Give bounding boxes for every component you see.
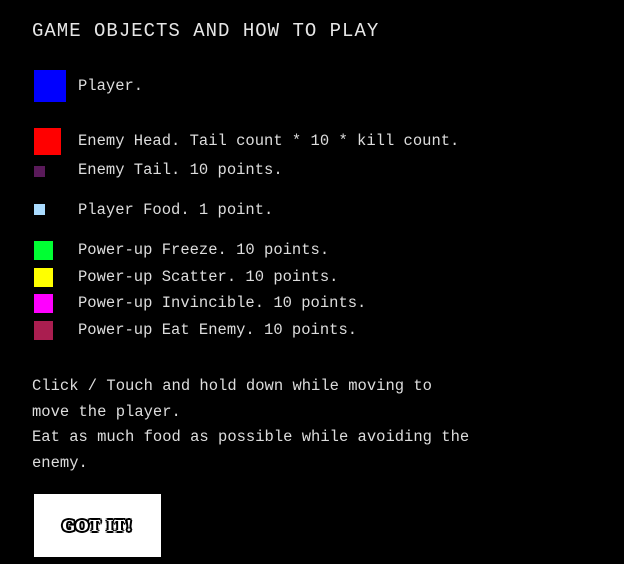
legend-label-player-food: Player Food. 1 point. — [78, 201, 274, 219]
legend-label-enemy-head: Enemy Head. Tail count * 10 * kill count… — [78, 132, 460, 150]
legend-label-enemy-tail: Enemy Tail. 10 points. — [78, 161, 283, 179]
scatter-powerup-icon — [34, 268, 53, 287]
legend-label-player: Player. — [78, 77, 144, 95]
player-icon — [34, 70, 66, 102]
got-it-button[interactable]: GOT IT! — [34, 494, 161, 557]
enemy-tail-icon — [34, 166, 45, 177]
legend-label-freeze: Power-up Freeze. 10 points. — [78, 241, 330, 259]
instruction-line: enemy. — [32, 453, 88, 472]
freeze-powerup-icon — [34, 241, 53, 260]
page-title: GAME OBJECTS AND HOW TO PLAY — [32, 20, 380, 42]
player-food-icon — [34, 204, 45, 215]
instruction-line: Eat as much food as possible while avoid… — [32, 428, 470, 446]
legend-label-eat-enemy: Power-up Eat Enemy. 10 points. — [78, 321, 358, 339]
instruction-line: move the player. — [32, 402, 181, 421]
legend-label-scatter: Power-up Scatter. 10 points. — [78, 268, 339, 286]
instructions: Click / Touch and hold down while moving… — [32, 374, 592, 476]
eat-enemy-powerup-icon — [34, 321, 53, 340]
instruction-line: Click / Touch and hold down while moving… — [32, 377, 432, 395]
got-it-label: GOT IT! — [62, 516, 133, 535]
legend-label-invincible: Power-up Invincible. 10 points. — [78, 294, 367, 312]
invincible-powerup-icon — [34, 294, 53, 313]
enemy-head-icon — [34, 128, 61, 155]
